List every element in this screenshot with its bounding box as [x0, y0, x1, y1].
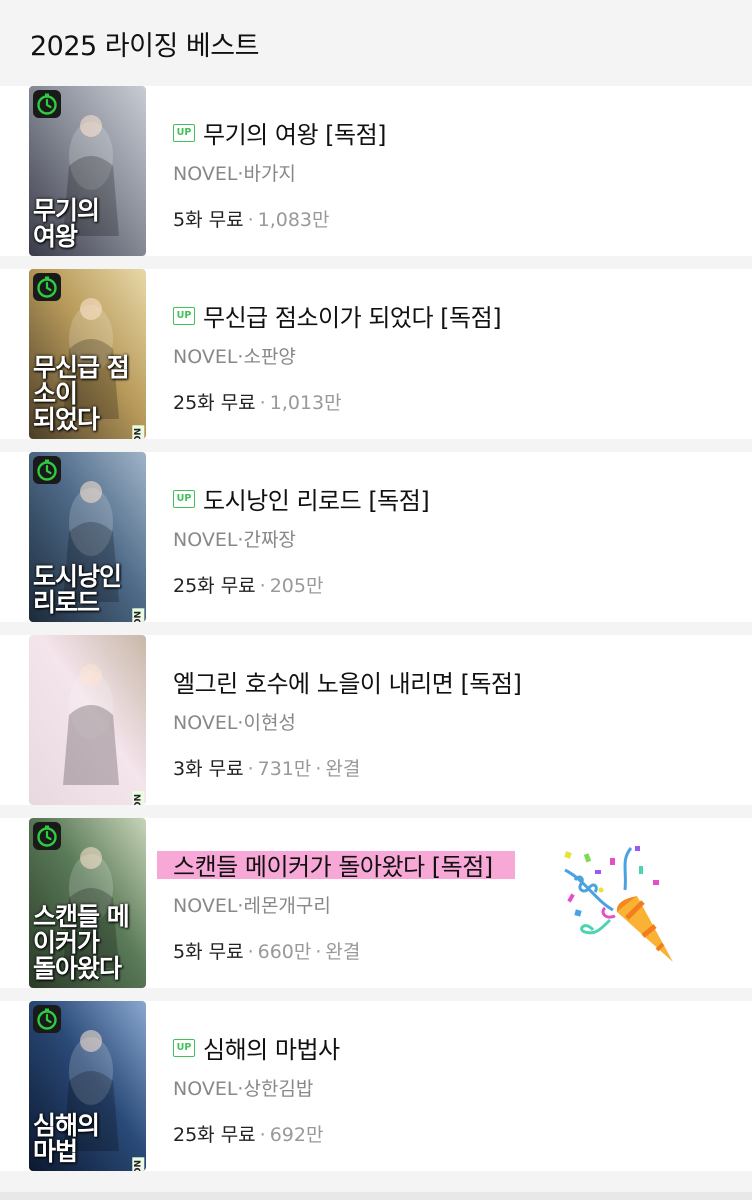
title-row[interactable]: 스캔들 메이커가 돌아왔다 [독점] [157, 847, 515, 882]
book-meta: 5화 무료 · 1,083만 [173, 209, 330, 231]
clock-timer-icon [33, 90, 61, 118]
book-author: NOVEL·소판양 [173, 346, 296, 368]
title-row[interactable]: UP 무기의 여왕 [독점] [173, 115, 387, 150]
page-header: 2025 라이징 베스트 [0, 0, 752, 86]
book-cover[interactable]: 무기의 여왕 [29, 86, 146, 256]
up-badge: UP [173, 123, 195, 142]
book-meta: 5화 무료 · 660만 · 완결 [173, 941, 361, 963]
list-item[interactable]: 도시낭인 리로드 SERIES EDITION UP 도시낭인 리로드 [독점]… [0, 452, 752, 635]
title-row[interactable]: UP 무신급 점소이가 되었다 [독점] [173, 298, 502, 333]
book-title[interactable]: 도시낭인 리로드 [독점] [203, 481, 430, 516]
up-badge: UP [173, 1038, 195, 1057]
completed-label: 완결 [325, 758, 361, 780]
up-badge: UP [173, 306, 195, 325]
series-edition-badge: SERIES EDITION [132, 608, 144, 622]
list-item[interactable]: 무신급 점소이 되었다 SERIES EDITION UP 무신급 점소이가 되… [0, 269, 752, 452]
book-title[interactable]: 심해의 마법사 [203, 1030, 340, 1065]
cover-title-text: 스캔들 메이커가 돌아왔다 [33, 902, 130, 983]
title-row[interactable]: 엘그린 호수에 노을이 내리면 [독점] [173, 664, 522, 699]
free-episodes: 5화 무료 [173, 209, 244, 231]
list-item[interactable]: 심해의 마법 SERIES EDITION UP 심해의 마법사 NOVEL·상… [0, 1001, 752, 1184]
series-edition-badge: SERIES EDITION [132, 791, 144, 805]
list-item[interactable]: 무기의 여왕 UP 무기의 여왕 [독점] NOVEL·바가지 5화 무료 · 1,… [0, 86, 752, 269]
party-popper-icon [564, 846, 673, 962]
cover-title-text: 심해의 마법 [33, 1111, 100, 1166]
clock-timer-icon [33, 456, 61, 484]
completed-label: 완결 [325, 941, 361, 963]
book-author: NOVEL·간짜장 [173, 529, 296, 551]
book-author: NOVEL·상한김밥 [173, 1078, 314, 1100]
cover-title-text: 무신급 점소이 되었다 [33, 353, 130, 434]
series-edition-badge: SERIES EDITION [132, 1157, 144, 1171]
page-title: 2025 라이징 베스트 [30, 31, 259, 62]
list-item[interactable]: SERIES EDITION 엘그린 호수에 노을이 내리면 [독점] NOVE… [0, 635, 752, 818]
free-episodes: 25화 무료 [173, 575, 256, 597]
clock-timer-icon [33, 1005, 61, 1033]
free-episodes: 25화 무료 [173, 1124, 256, 1146]
book-cover[interactable]: SERIES EDITION [29, 635, 146, 805]
series-edition-badge: SERIES EDITION [132, 425, 144, 439]
book-cover[interactable]: 스캔들 메이커가 돌아왔다 [29, 818, 146, 988]
view-count: 1,083만 [257, 209, 330, 231]
book-title[interactable]: 무신급 점소이가 되었다 [독점] [203, 298, 502, 333]
book-author: NOVEL·이현성 [173, 712, 296, 734]
clock-timer-icon [33, 273, 61, 301]
view-count: 731만 [257, 758, 312, 780]
book-title[interactable]: 엘그린 호수에 노을이 내리면 [독점] [173, 664, 522, 699]
book-cover[interactable]: 무신급 점소이 되었다 SERIES EDITION [29, 269, 146, 439]
up-badge: UP [173, 489, 195, 508]
free-episodes: 3화 무료 [173, 758, 244, 780]
book-title[interactable]: 스캔들 메이커가 돌아왔다 [독점] [157, 847, 515, 882]
bottom-bar [0, 1192, 752, 1200]
free-episodes: 5화 무료 [173, 941, 244, 963]
book-meta: 25화 무료 · 205만 [173, 575, 324, 597]
book-meta: 3화 무료 · 731만 · 완결 [173, 758, 361, 780]
title-row[interactable]: UP 심해의 마법사 [173, 1030, 340, 1065]
ranking-list: 무기의 여왕 UP 무기의 여왕 [독점] NOVEL·바가지 5화 무료 · 1,… [0, 86, 752, 1184]
book-meta: 25화 무료 · 1,013만 [173, 392, 342, 414]
clock-timer-icon [33, 822, 61, 850]
book-cover[interactable]: 심해의 마법 SERIES EDITION [29, 1001, 146, 1171]
free-episodes: 25화 무료 [173, 392, 256, 414]
book-title[interactable]: 무기의 여왕 [독점] [203, 115, 387, 150]
book-author: NOVEL·바가지 [173, 163, 296, 185]
view-count: 1,013만 [269, 392, 342, 414]
book-author: NOVEL·레몬개구리 [173, 895, 331, 917]
cover-title-text: 무기의 여왕 [33, 196, 100, 251]
cover-title-text: 도시낭인 리로드 [33, 562, 122, 617]
book-meta: 25화 무료 · 692만 [173, 1124, 324, 1146]
book-cover[interactable]: 도시낭인 리로드 SERIES EDITION [29, 452, 146, 622]
view-count: 692만 [269, 1124, 324, 1146]
view-count: 205만 [269, 575, 324, 597]
title-row[interactable]: UP 도시낭인 리로드 [독점] [173, 481, 430, 516]
view-count: 660만 [257, 941, 312, 963]
